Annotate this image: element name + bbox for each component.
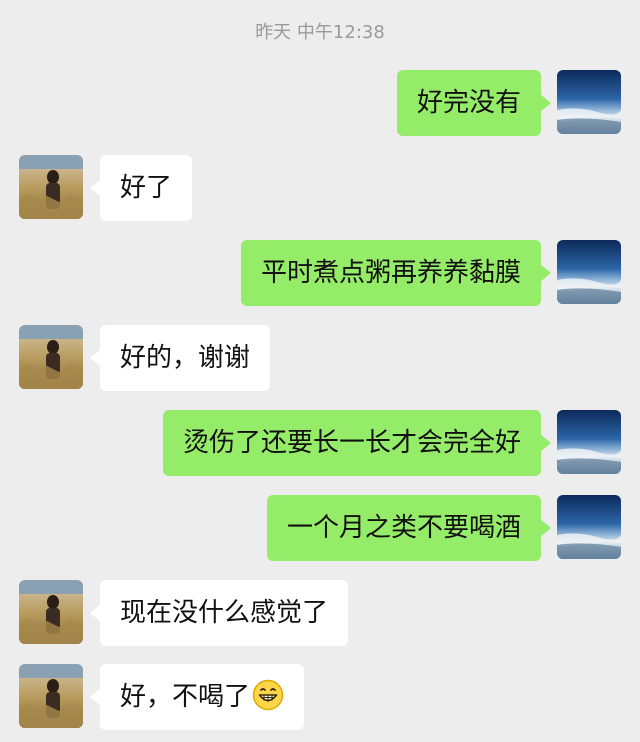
message-row: 好了	[0, 155, 640, 221]
sky-earth-avatar-icon	[557, 495, 621, 559]
incoming-message-bubble[interactable]: 好了	[89, 155, 193, 221]
contact-avatar[interactable]	[19, 325, 83, 389]
contact-avatar[interactable]	[19, 664, 83, 728]
incoming-message-bubble[interactable]: 现在没什么感觉了	[89, 580, 349, 646]
field-person-avatar-icon	[19, 580, 83, 644]
message-row: 一个月之类不要喝酒	[0, 495, 640, 561]
my-avatar[interactable]	[557, 240, 621, 304]
message-row: 好，不喝了	[0, 664, 640, 730]
field-person-avatar-icon	[19, 155, 83, 219]
contact-avatar[interactable]	[19, 155, 83, 219]
outgoing-message-bubble[interactable]: 一个月之类不要喝酒	[266, 495, 552, 561]
message-row: 好的，谢谢	[0, 325, 640, 391]
message-row: 烫伤了还要长一长才会完全好	[0, 410, 640, 476]
field-person-avatar-icon	[19, 325, 83, 389]
chat-timestamp: 昨天 中午12:38	[255, 22, 385, 43]
sky-earth-avatar-icon	[557, 240, 621, 304]
incoming-message-bubble[interactable]: 好的，谢谢	[89, 325, 271, 391]
message-text: 好，不喝了	[120, 682, 251, 712]
my-avatar[interactable]	[557, 495, 621, 559]
field-person-avatar-icon	[19, 664, 83, 728]
outgoing-message-bubble[interactable]: 烫伤了还要长一长才会完全好	[162, 410, 552, 476]
my-avatar[interactable]	[557, 70, 621, 134]
sky-earth-avatar-icon	[557, 70, 621, 134]
grinning-emoji-icon	[252, 679, 284, 711]
sky-earth-avatar-icon	[557, 410, 621, 474]
incoming-message-bubble[interactable]: 好，不喝了	[89, 664, 305, 730]
chat-screen: 昨天 中午12:38 好完没有 好了 平时煮点粥再养养黏膜 好的，谢谢 烫伤了还…	[0, 0, 640, 742]
outgoing-message-bubble[interactable]: 平时煮点粥再养养黏膜	[240, 240, 552, 306]
my-avatar[interactable]	[557, 410, 621, 474]
outgoing-message-bubble[interactable]: 好完没有	[396, 70, 552, 136]
message-row: 平时煮点粥再养养黏膜	[0, 240, 640, 306]
message-row: 现在没什么感觉了	[0, 580, 640, 646]
contact-avatar[interactable]	[19, 580, 83, 644]
message-row: 好完没有	[0, 70, 640, 136]
